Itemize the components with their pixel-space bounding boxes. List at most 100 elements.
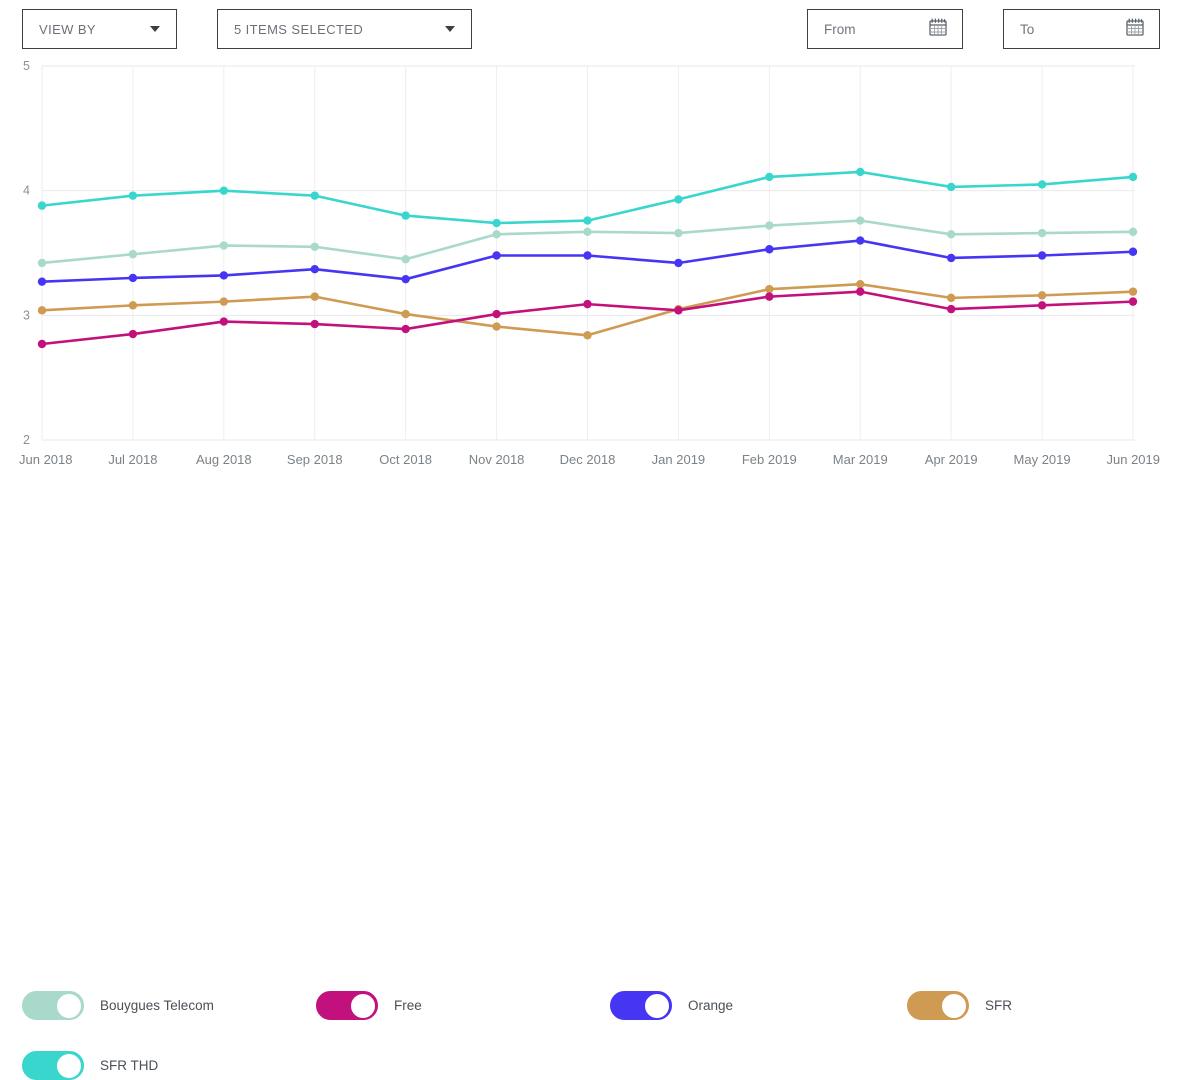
- series-toggle[interactable]: [22, 990, 84, 1020]
- series-data-point[interactable]: [1037, 228, 1047, 238]
- series-data-point[interactable]: [946, 230, 956, 239]
- toggle-knob: [56, 993, 82, 1019]
- series-data-point[interactable]: [765, 292, 774, 301]
- series-data-point[interactable]: [492, 251, 501, 260]
- series-data-point[interactable]: [401, 211, 410, 220]
- items-selected-label: 5 ITEMS SELECTED: [234, 21, 364, 37]
- calendar-icon[interactable]: [1125, 17, 1145, 42]
- y-axis-tick-label: 4: [23, 184, 30, 198]
- legend-item-label: Orange: [688, 997, 734, 1013]
- toggle-knob: [941, 993, 967, 1019]
- series-data-point[interactable]: [856, 216, 865, 225]
- legend-item-sfr-thd[interactable]: SFR THD: [22, 1050, 158, 1080]
- series-data-point[interactable]: [492, 309, 501, 319]
- series-legend: Bouygues Telecom Free Orange SFR SFR THD: [0, 488, 1181, 1080]
- series-data-point[interactable]: [219, 271, 229, 280]
- series-data-point[interactable]: [219, 317, 229, 326]
- series-data-point[interactable]: [37, 277, 47, 286]
- series-data-point[interactable]: [492, 218, 501, 228]
- series-data-point[interactable]: [765, 221, 774, 230]
- series-data-point[interactable]: [856, 287, 865, 296]
- series-data-point[interactable]: [401, 324, 410, 334]
- series-data-point[interactable]: [583, 227, 592, 237]
- series-data-point[interactable]: [128, 301, 138, 310]
- series-data-point[interactable]: [674, 306, 683, 315]
- chevron-down-icon: [445, 26, 455, 32]
- series-data-point[interactable]: [674, 258, 683, 268]
- series-data-point[interactable]: [856, 279, 865, 289]
- series-data-point[interactable]: [37, 306, 47, 315]
- series-data-point[interactable]: [401, 309, 410, 319]
- line-chart: 2 3 4 5 Jun 2018 Jul 2018 Aug 2018 Sep 2018 Oct…: [0, 52, 1181, 477]
- legend-item-sfr[interactable]: SFR: [907, 990, 1012, 1020]
- series-data-point[interactable]: [219, 297, 229, 306]
- series-data-point[interactable]: [401, 255, 410, 264]
- series-data-point[interactable]: [310, 319, 319, 329]
- y-axis-tick-label: 2: [23, 433, 30, 447]
- series-data-point[interactable]: [37, 258, 47, 268]
- to-date-field[interactable]: To: [1003, 9, 1160, 49]
- series-data-point[interactable]: [1128, 172, 1138, 182]
- series-toggle[interactable]: [22, 1050, 84, 1080]
- series-data-point[interactable]: [583, 216, 592, 225]
- series-data-point[interactable]: [946, 293, 956, 303]
- series-data-point[interactable]: [1037, 291, 1047, 300]
- legend-item-bouygues-telecom[interactable]: Bouygues Telecom: [22, 990, 214, 1020]
- series-data-point[interactable]: [219, 241, 229, 250]
- legend-item-label: SFR: [985, 997, 1012, 1013]
- series-data-point[interactable]: [310, 242, 319, 251]
- legend-item-orange[interactable]: Orange: [610, 990, 733, 1020]
- legend-item-label: SFR THD: [100, 1057, 159, 1073]
- series-data-point[interactable]: [128, 191, 138, 200]
- calendar-icon[interactable]: [928, 17, 948, 42]
- series-data-point[interactable]: [219, 186, 229, 195]
- series-toggle[interactable]: [907, 990, 969, 1020]
- series-data-point[interactable]: [128, 273, 138, 283]
- series-data-point[interactable]: [37, 339, 47, 349]
- series-data-point[interactable]: [401, 274, 410, 284]
- series-data-point[interactable]: [1128, 297, 1138, 306]
- chart-y-axis: 2 3 4 5: [23, 59, 30, 447]
- series-data-point[interactable]: [946, 304, 956, 314]
- series-data-point[interactable]: [856, 236, 865, 245]
- series-data-point[interactable]: [765, 172, 774, 182]
- series-data-point[interactable]: [583, 299, 592, 309]
- series-data-point[interactable]: [128, 250, 138, 259]
- items-selected-dropdown[interactable]: 5 ITEMS SELECTED: [217, 9, 472, 49]
- series-data-point[interactable]: [1037, 301, 1047, 310]
- x-axis-tick-label: Oct 2018: [379, 452, 432, 467]
- y-axis-tick-label: 5: [23, 59, 30, 73]
- series-data-point[interactable]: [856, 167, 865, 177]
- series-data-point[interactable]: [310, 292, 319, 301]
- legend-item-label: Free: [394, 997, 422, 1013]
- series-toggle[interactable]: [316, 990, 378, 1020]
- series-data-point[interactable]: [1037, 251, 1047, 260]
- series-data-point[interactable]: [1037, 180, 1047, 189]
- view-by-dropdown[interactable]: VIEW BY: [22, 9, 177, 49]
- series-data-point[interactable]: [310, 265, 319, 274]
- series-data-point[interactable]: [1128, 227, 1138, 237]
- series-data-point[interactable]: [492, 230, 501, 239]
- series-data-point[interactable]: [946, 182, 956, 192]
- x-axis-tick-label: May 2019: [1014, 452, 1071, 467]
- series-data-point[interactable]: [765, 284, 774, 294]
- x-axis-tick-label: Sep 2018: [287, 452, 343, 467]
- series-data-point[interactable]: [128, 329, 138, 339]
- series-data-point[interactable]: [765, 245, 774, 254]
- from-date-field[interactable]: From: [807, 9, 963, 49]
- series-data-point[interactable]: [674, 228, 683, 238]
- view-by-label: VIEW BY: [39, 21, 96, 37]
- legend-item-free[interactable]: Free: [316, 990, 422, 1020]
- series-toggle[interactable]: [610, 990, 672, 1020]
- series-data-point[interactable]: [37, 201, 47, 210]
- series-data-point[interactable]: [583, 331, 592, 340]
- series-data-point[interactable]: [310, 191, 319, 200]
- toggle-knob: [56, 1053, 82, 1079]
- series-data-point[interactable]: [946, 253, 956, 263]
- series-data-point[interactable]: [674, 195, 683, 204]
- series-data-point[interactable]: [583, 251, 592, 260]
- series-data-point[interactable]: [1128, 247, 1138, 256]
- series-data-point[interactable]: [492, 322, 501, 331]
- x-axis-tick-label: Jan 2019: [652, 452, 706, 467]
- series-data-point[interactable]: [1128, 287, 1138, 296]
